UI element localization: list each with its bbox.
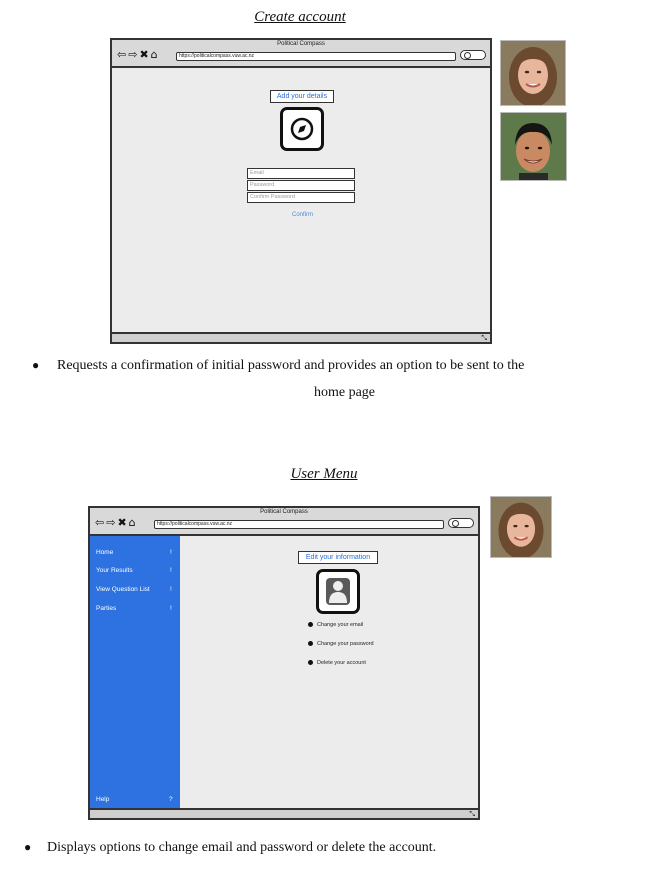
woman-face-image <box>491 497 551 557</box>
browser-titlebar: Political Compass ⇦ ⇨ ✖ ⌂ https://political… <box>112 40 490 68</box>
bullet-icon: ● <box>24 840 32 854</box>
change-password-option[interactable]: Change your password <box>317 641 374 647</box>
change-email-option[interactable]: Change your email <box>317 622 363 628</box>
sidebar-item-help[interactable]: Help <box>96 796 109 803</box>
bullet-icon <box>308 622 313 627</box>
sidebar-marker: ! <box>170 567 172 574</box>
avatar-photo-man <box>500 112 567 181</box>
sidebar-item-home[interactable]: Home <box>96 549 113 556</box>
man-face-image <box>501 113 566 180</box>
avatar-photo-woman <box>490 496 552 558</box>
url-bar[interactable]: https://politicalcompass.vuw.ac.nz <box>176 52 456 61</box>
resize-handle-icon[interactable]: ⤡ <box>469 810 475 818</box>
search-icon <box>464 52 471 59</box>
sidebar-marker: ! <box>170 549 172 556</box>
password-field[interactable]: Password <box>247 180 355 191</box>
caption-line1: Requests a confirmation of initial passw… <box>57 358 525 373</box>
sidebar-item-parties[interactable]: Parties <box>96 605 116 612</box>
sidebar-item-your-results[interactable]: Your Results <box>96 567 133 574</box>
forward-arrow-icon[interactable]: ⇨ <box>128 48 137 61</box>
woman-face-image <box>501 41 565 105</box>
edit-information-label: Edit your information <box>298 551 378 564</box>
caption-create-account: ● Requests a confirmation of initial pas… <box>32 352 632 406</box>
back-arrow-icon[interactable]: ⇦ <box>95 516 104 529</box>
caption-text: Displays options to change email and pas… <box>47 840 437 855</box>
search-button[interactable] <box>460 50 486 60</box>
section-heading-user-menu: User Menu <box>290 466 358 482</box>
email-field[interactable]: Email <box>247 168 355 179</box>
user-icon-box <box>316 569 360 614</box>
resize-handle-icon[interactable]: ⤡ <box>481 334 487 342</box>
caption-user-menu: ● Displays options to change email and p… <box>24 834 644 861</box>
sidebar: Home ! Your Results ! View Question List… <box>90 536 180 808</box>
url-bar[interactable]: https://politicalcompass.vuw.ac.nz <box>154 520 444 529</box>
caption-line2: home page <box>313 385 376 400</box>
window-title: Political Compass <box>260 509 308 515</box>
compass-icon <box>290 117 314 141</box>
home-icon[interactable]: ⌂ <box>151 48 158 61</box>
search-button[interactable] <box>448 518 474 528</box>
close-icon[interactable]: ✖ <box>117 516 126 529</box>
compass-logo-box <box>280 107 324 151</box>
browser-statusbar: ⤡ <box>112 332 490 342</box>
sidebar-marker: ! <box>170 586 172 593</box>
forward-arrow-icon[interactable]: ⇨ <box>106 516 115 529</box>
delete-account-option[interactable]: Delete your account <box>317 660 366 666</box>
bullet-icon: ● <box>32 358 40 372</box>
confirm-password-field[interactable]: Confirm Password <box>247 192 355 203</box>
sidebar-marker: ! <box>170 605 172 612</box>
user-icon <box>326 578 350 605</box>
browser-window-user-menu: Political Compass ⇦ ⇨ ✖ ⌂ https://political… <box>88 506 480 820</box>
bullet-icon <box>308 641 313 646</box>
back-arrow-icon[interactable]: ⇦ <box>117 48 126 61</box>
browser-statusbar: ⤡ <box>90 808 478 818</box>
bullet-icon <box>308 660 313 665</box>
confirm-link[interactable]: Confirm <box>292 212 313 218</box>
window-title: Political Compass <box>277 41 325 47</box>
avatar-photo-woman <box>500 40 566 106</box>
add-details-label: Add your details <box>270 90 334 103</box>
browser-window-create-account: Political Compass ⇦ ⇨ ✖ ⌂ https://political… <box>110 38 492 344</box>
section-heading-create-account: Create account <box>254 9 346 25</box>
sidebar-item-view-question-list[interactable]: View Question List <box>96 586 150 593</box>
home-icon[interactable]: ⌂ <box>129 516 136 529</box>
help-marker: ? <box>169 796 173 803</box>
search-icon <box>452 520 459 527</box>
browser-titlebar: Political Compass ⇦ ⇨ ✖ ⌂ https://political… <box>90 508 478 536</box>
close-icon[interactable]: ✖ <box>139 48 148 61</box>
